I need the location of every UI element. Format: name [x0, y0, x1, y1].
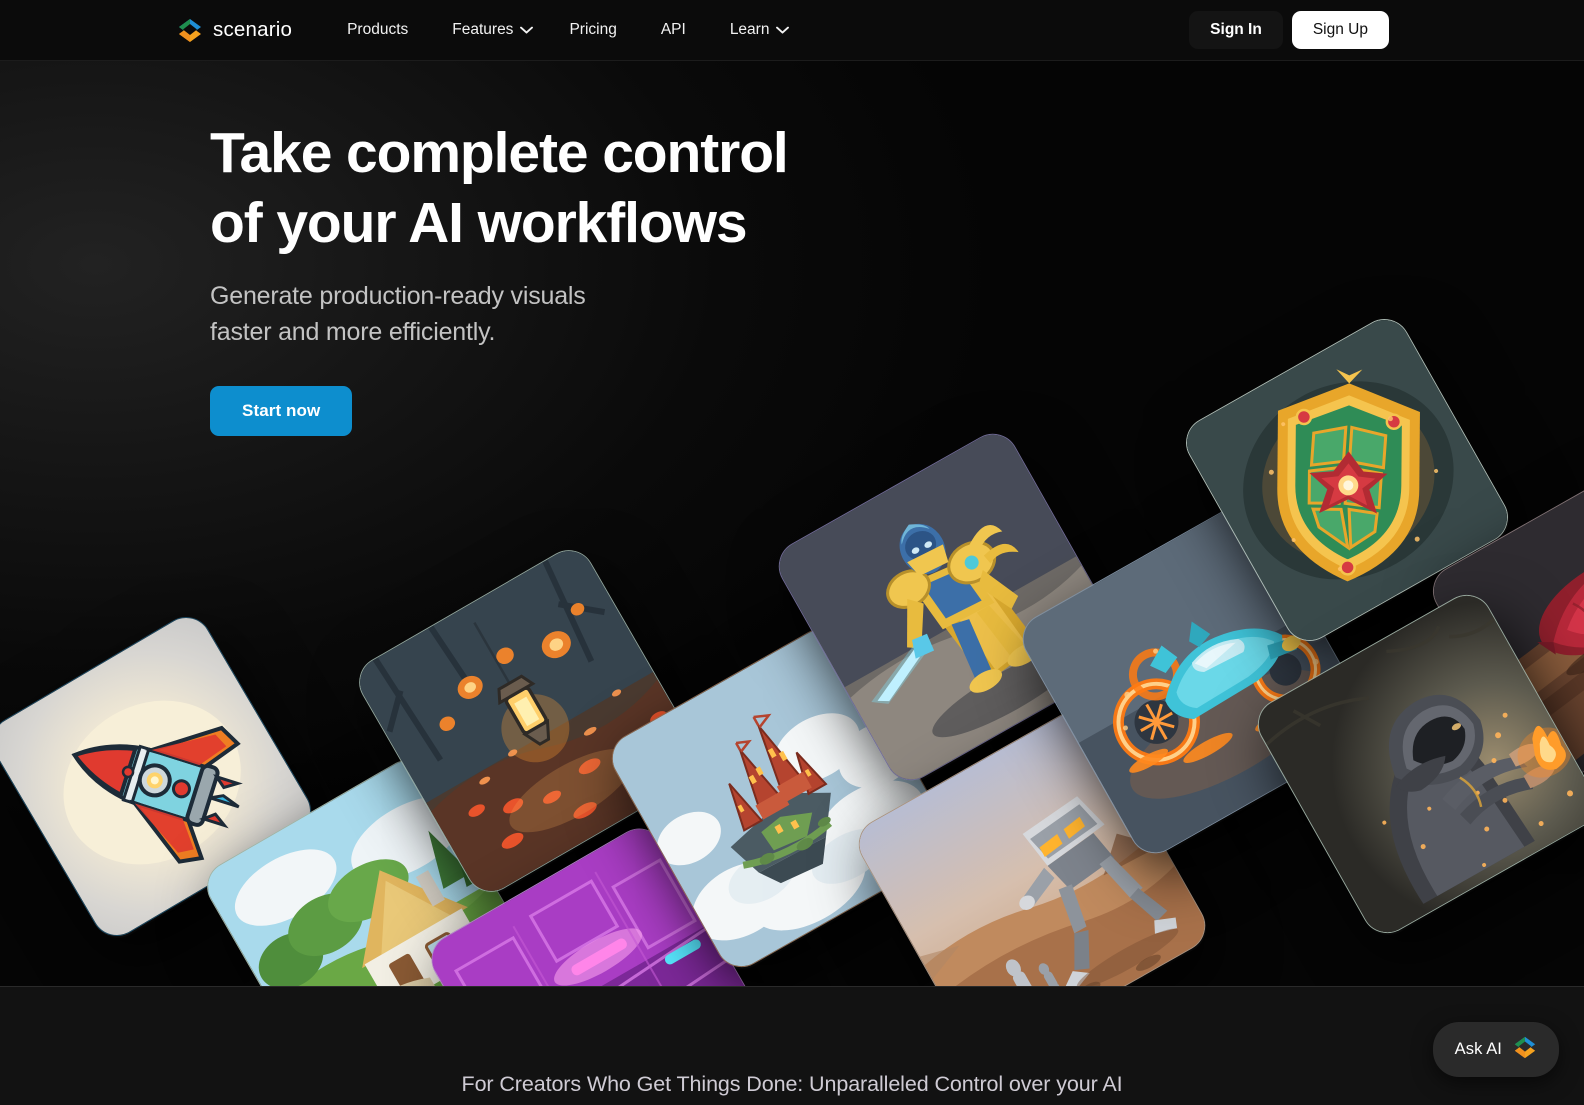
brand-name: scenario	[213, 18, 293, 41]
hero-copy: Take complete control of your AI workflo…	[210, 118, 789, 436]
nav-item-learn[interactable]: Learn	[730, 13, 790, 47]
page-title: Take complete control of your AI workflo…	[210, 118, 789, 258]
nav-item-api[interactable]: API	[661, 13, 686, 47]
nav-item-label: Learn	[729, 21, 770, 38]
hero-title-line-1: Take complete control	[210, 121, 789, 185]
nav-auth-actions: Sign In Sign Up	[1189, 11, 1389, 49]
ask-ai-button[interactable]: Ask AI	[1432, 1022, 1559, 1077]
hero-title-line-2: of your AI workflows	[210, 191, 748, 255]
hero-subtitle: Generate production-ready visuals faster…	[210, 278, 788, 350]
scenario-diamond-logo-icon	[1513, 1035, 1537, 1064]
scenario-diamond-logo-icon	[177, 17, 203, 43]
hero-subtitle-line-1: Generate production-ready visuals	[210, 282, 586, 310]
chevron-down-icon	[776, 26, 790, 34]
nav-item-products[interactable]: Products	[347, 13, 408, 47]
nav-item-label: Features	[452, 21, 514, 38]
nav-item-label: Pricing	[569, 21, 617, 38]
nav-item-pricing[interactable]: Pricing	[569, 13, 616, 47]
sign-up-button[interactable]: Sign Up	[1291, 11, 1389, 49]
nav-item-label: Products	[347, 21, 409, 38]
hero-subtitle-line-2: faster and more efficiently.	[210, 318, 496, 346]
brand-logo[interactable]: scenario	[177, 17, 292, 43]
chevron-down-icon	[520, 26, 534, 34]
landing-page: scenario Products Features Pricing API L…	[0, 0, 1584, 1105]
nav-item-features[interactable]: Features	[452, 13, 534, 47]
nav-item-label: API	[660, 21, 686, 38]
tagline-text: For Creators Who Get Things Done: Unpara…	[461, 1072, 1123, 1096]
tagline-section: For Creators Who Get Things Done: Unpara…	[0, 986, 1584, 1105]
nav-links: Products Features Pricing API Learn	[347, 13, 825, 47]
start-now-button[interactable]: Start now	[210, 386, 353, 436]
hero-section: Take complete control of your AI workflo…	[0, 61, 1584, 986]
top-navigation-bar: scenario Products Features Pricing API L…	[0, 0, 1584, 61]
sign-in-button[interactable]: Sign In	[1189, 11, 1283, 49]
ask-ai-label: Ask AI	[1454, 1040, 1502, 1058]
